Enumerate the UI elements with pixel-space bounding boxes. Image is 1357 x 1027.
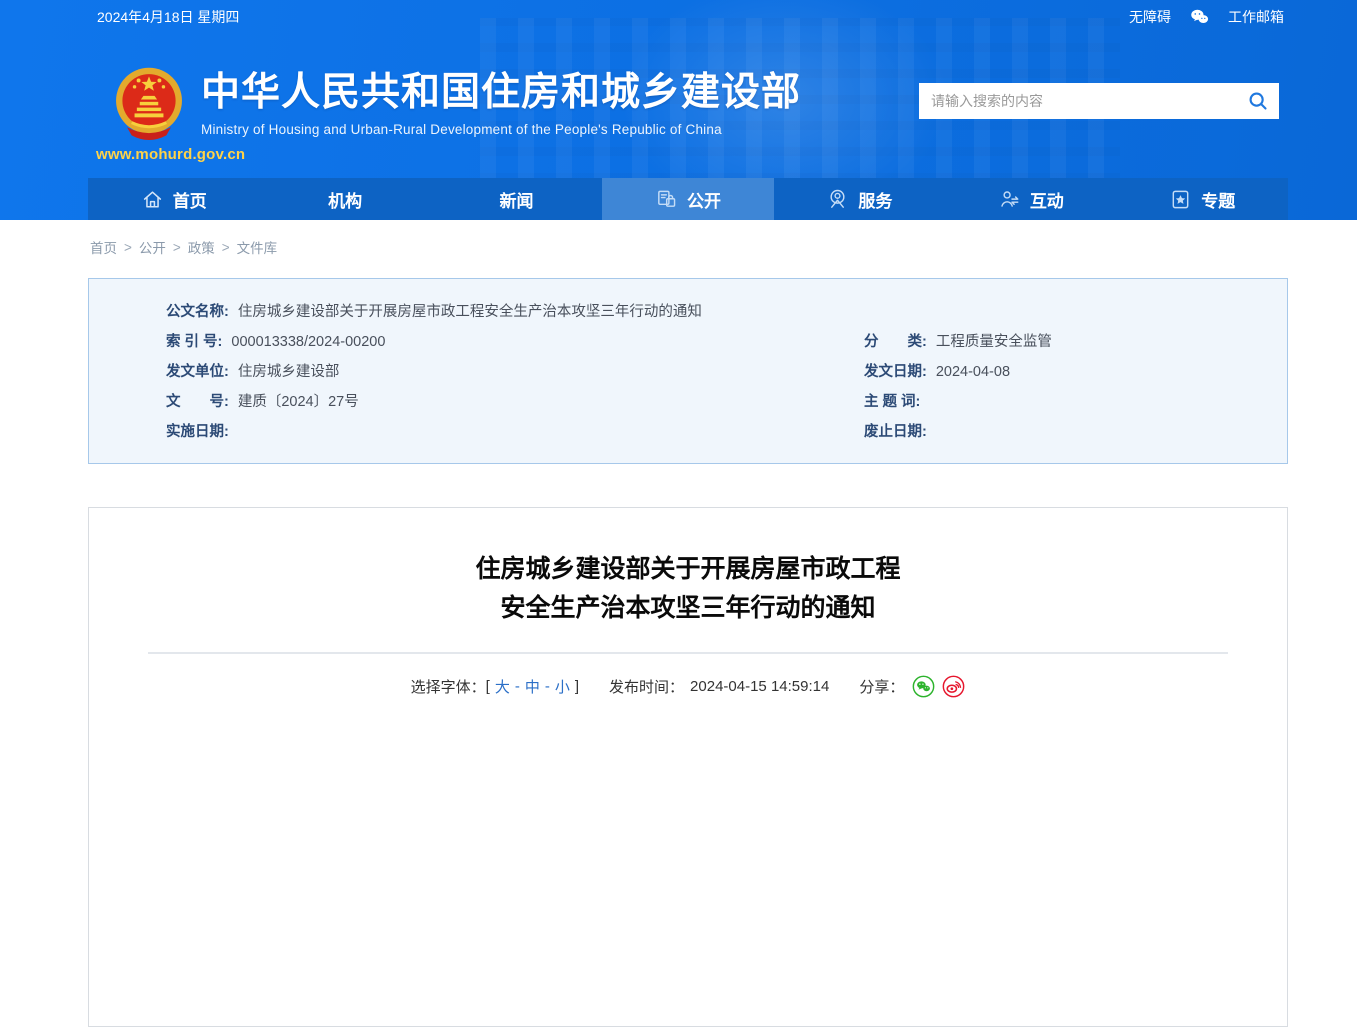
breadcrumb-disclosure[interactable]: 公开: [139, 237, 166, 257]
work-mailbox-link[interactable]: 工作邮箱: [1228, 7, 1284, 27]
breadcrumb-home[interactable]: 首页: [90, 237, 117, 257]
nav-item-topics[interactable]: 专题: [1117, 178, 1288, 220]
title-divider: [148, 652, 1228, 654]
font-size-label: 选择字体：: [410, 679, 486, 696]
meta-row-document-name: 公文名称: 住房城乡建设部关于开展房屋市政工程安全生产治本攻坚三年行动的通知: [89, 295, 1287, 325]
bracket-close: ]: [574, 678, 580, 695]
font-size-separator: -: [514, 678, 520, 695]
share-label: 分享：: [859, 679, 905, 696]
article-container: 住房城乡建设部关于开展房屋市政工程 安全生产治本攻坚三年行动的通知 选择字体： …: [88, 507, 1288, 1027]
meta-label: 索 引 号:: [166, 333, 223, 350]
breadcrumb-separator: >: [124, 239, 132, 255]
nav-label: 新闻: [499, 191, 534, 211]
meta-label: 实施日期:: [166, 423, 229, 440]
site-url: www.mohurd.gov.cn: [96, 146, 246, 163]
publish-time-value: 2024-04-15 14:59:14: [690, 678, 830, 695]
meta-label: 主 题 词:: [864, 393, 921, 410]
nav-item-orgs[interactable]: 机构: [259, 178, 430, 220]
star-topic-icon: [1172, 190, 1189, 208]
main-content: 首页 > 公开 > 政策 > 文件库 公文名称: 住房城乡建设部关于开展房屋市政…: [88, 237, 1288, 1027]
topbar-date: 2024年4月18日 星期四: [97, 8, 240, 25]
meta-label: 公文名称:: [166, 303, 229, 320]
meta-label: 分 类:: [864, 333, 927, 350]
font-size-large[interactable]: 大: [495, 676, 510, 697]
nav-item-disclosure[interactable]: 公开: [602, 178, 774, 220]
article-title-line1: 住房城乡建设部关于开展房屋市政工程: [475, 555, 901, 583]
breadcrumb-policy[interactable]: 政策: [188, 237, 215, 257]
search-icon: [1249, 92, 1267, 110]
wechat-share-icon[interactable]: [912, 675, 935, 698]
meta-row: 索 引 号: 000013338/2024-00200 分 类: 工程质量安全监…: [89, 325, 1287, 355]
meta-row: 实施日期: 废止日期:: [89, 415, 1287, 445]
main-navigation: 首页 机构 新闻 公开 服务 互动 专题: [88, 178, 1288, 220]
nav-label: 公开: [686, 191, 721, 211]
china-national-emblem-icon: [116, 67, 182, 140]
topbar: 2024年4月18日 星期四 无障碍 工作邮箱: [0, 0, 1357, 33]
nav-item-news[interactable]: 新闻: [431, 178, 602, 220]
document-meta-box: 公文名称: 住房城乡建设部关于开展房屋市政工程安全生产治本攻坚三年行动的通知 索…: [88, 278, 1288, 464]
meta-value: 工程质量安全监管: [935, 333, 1052, 350]
meta-label: 发文日期:: [864, 363, 927, 380]
article-toolbar: 选择字体： [ 大 - 中 - 小 ] 发布时间： 2024-04-15 14:…: [89, 675, 1287, 698]
accessibility-link[interactable]: 无障碍: [1129, 7, 1171, 27]
breadcrumb-separator: >: [172, 239, 181, 255]
interaction-person-icon: [1001, 190, 1019, 207]
meta-label: 发文单位:: [166, 363, 229, 380]
meta-value: 000013338/2024-00200: [231, 333, 386, 350]
breadcrumb-separator: >: [221, 239, 230, 255]
meta-row: 文 号: 建质〔2024〕27号 主 题 词:: [89, 385, 1287, 415]
weibo-share-icon[interactable]: [942, 675, 965, 698]
nav-label: 首页: [172, 191, 207, 211]
nav-label: 专题: [1201, 191, 1236, 211]
open-file-lock-icon: [658, 190, 676, 207]
nav-label: 互动: [1029, 191, 1064, 211]
meta-row: 发文单位: 住房城乡建设部 发文日期: 2024-04-08: [89, 355, 1287, 385]
meta-label: 文 号:: [166, 393, 229, 410]
meta-value: 2024-04-08: [935, 363, 1011, 380]
publish-time-label: 发布时间：: [609, 679, 685, 696]
site-header: www.mohurd.gov.cn 中华人民共和国住房和城乡建设部 Minist…: [0, 33, 1357, 178]
article-title-line2: 安全生产治本攻坚三年行动的通知: [500, 594, 876, 622]
meta-value: 住房城乡建设部关于开展房屋市政工程安全生产治本攻坚三年行动的通知: [237, 303, 702, 320]
search-button[interactable]: [1237, 83, 1279, 119]
search-input[interactable]: [919, 93, 1237, 109]
meta-label: 废止日期:: [864, 423, 927, 440]
service-agent-icon: [830, 189, 845, 208]
font-size-separator: -: [544, 678, 550, 695]
meta-value: 住房城乡建设部: [237, 363, 340, 380]
site-name-english: Ministry of Housing and Urban-Rural Deve…: [201, 122, 722, 137]
breadcrumb: 首页 > 公开 > 政策 > 文件库: [88, 237, 1288, 257]
site-banner: 2024年4月18日 星期四 无障碍 工作邮箱 www.mohurd.gov.c…: [0, 0, 1357, 220]
site-search: [919, 83, 1279, 119]
nav-item-services[interactable]: 服务: [774, 178, 945, 220]
wechat-icon[interactable]: [1189, 8, 1210, 25]
nav-label: 机构: [328, 191, 363, 211]
nav-label: 服务: [858, 191, 893, 211]
nav-item-home[interactable]: 首页: [88, 178, 259, 220]
nav-item-interaction[interactable]: 互动: [945, 178, 1116, 220]
meta-value: 建质〔2024〕27号: [237, 393, 359, 410]
font-size-small[interactable]: 小: [555, 676, 570, 697]
article-title: 住房城乡建设部关于开展房屋市政工程 安全生产治本攻坚三年行动的通知: [89, 550, 1287, 628]
bracket-open: [: [485, 678, 490, 695]
font-size-medium[interactable]: 中: [525, 676, 540, 697]
breadcrumb-document-library[interactable]: 文件库: [237, 237, 278, 257]
home-icon: [143, 190, 161, 208]
site-name: 中华人民共和国住房和城乡建设部: [201, 71, 802, 114]
national-emblem-logo[interactable]: www.mohurd.gov.cn: [96, 66, 246, 163]
